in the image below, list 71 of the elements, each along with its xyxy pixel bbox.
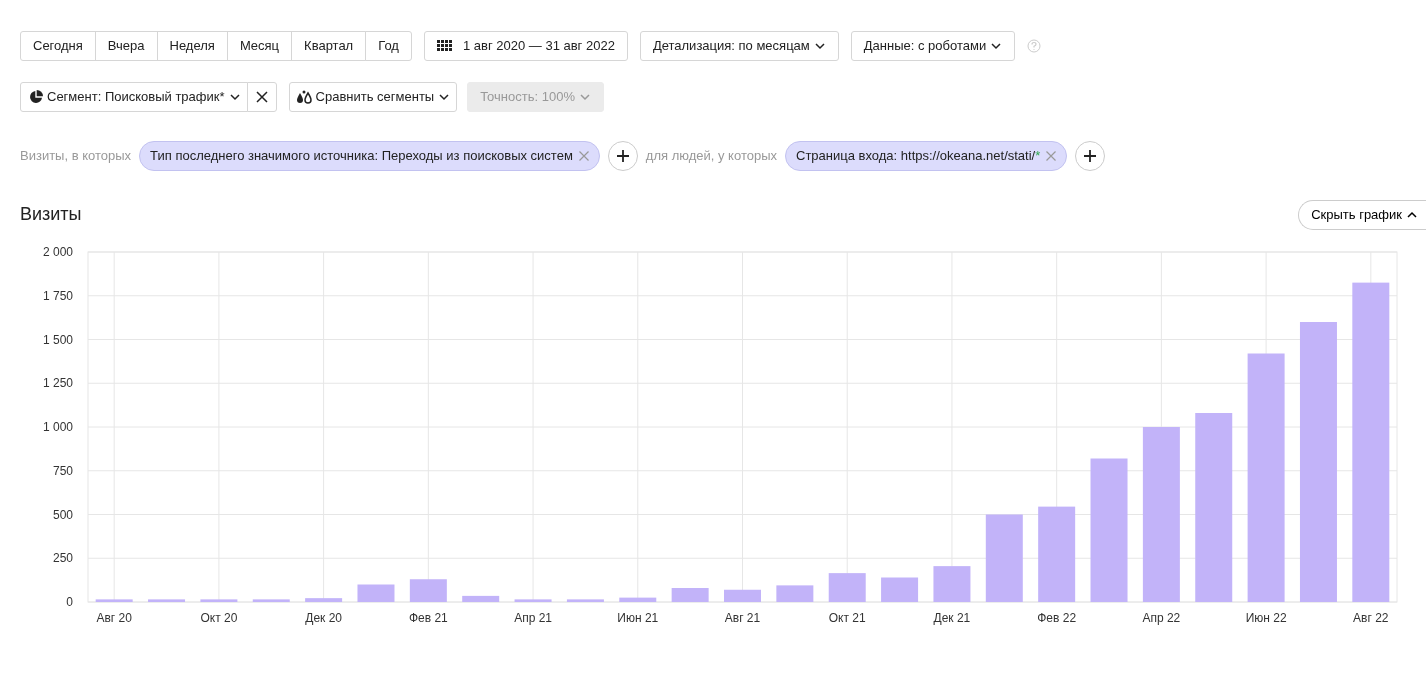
add-button[interactable]: [607, 141, 638, 171]
bar: [252, 599, 290, 602]
hide-chart-button[interactable]: Скрыть график: [1298, 200, 1426, 230]
bar: [828, 573, 866, 602]
bar: [409, 579, 447, 602]
bar: [776, 585, 814, 602]
period-tab[interactable]: Неделя: [156, 31, 228, 61]
axis-label: Фев 21: [408, 611, 448, 625]
filter-label: для людей, у которых: [645, 147, 777, 166]
bar: [357, 584, 395, 602]
axis-label: Июн 22: [1245, 611, 1287, 625]
axis-label: 750: [52, 463, 73, 478]
axis-label: 500: [52, 507, 73, 522]
axis-label: 2 000: [42, 245, 73, 259]
bar: [305, 598, 343, 602]
axis-label: Фев 22: [1037, 611, 1077, 625]
period-tab[interactable]: Вчера: [94, 31, 158, 61]
dropdown-button[interactable]: Детализация: по месяцам: [639, 31, 839, 61]
period-tab[interactable]: Месяц: [226, 31, 293, 61]
caret-icon: [438, 91, 451, 103]
period-tab[interactable]: Сегодня: [20, 31, 96, 61]
axis-label: Апр 22: [1142, 611, 1181, 625]
bar: [619, 597, 657, 602]
date-range-button[interactable]: 1 авг 2020 — 31 авг 2022: [423, 31, 628, 61]
section-title: Визиты: [20, 202, 82, 226]
bar: [95, 599, 133, 602]
filter-label: Визиты, в которых: [20, 147, 132, 166]
axis-label: 250: [52, 551, 73, 566]
compare-dropdown[interactable]: Сравнить сегменты: [288, 82, 458, 112]
close-button[interactable]: [246, 82, 277, 112]
filter-chip[interactable]: Тип последнего значимого источника: Переходы из поисковых систем: [139, 141, 600, 171]
bar: [566, 599, 604, 602]
bar: [933, 566, 971, 602]
axis-label: 1 500: [42, 332, 73, 347]
calendar-grid-icon: [436, 40, 453, 52]
pie-chart-icon: [29, 90, 43, 104]
plus-icon: [1084, 150, 1097, 162]
period-tab[interactable]: Год: [365, 31, 412, 61]
segment-dropdown[interactable]: Сегмент: Поисковый трафик*: [20, 82, 248, 112]
caret-icon: [990, 40, 1003, 52]
axis-label: Дек 20: [305, 611, 342, 625]
bar: [514, 599, 552, 602]
axis-label: 1 000: [42, 420, 73, 434]
period-tab[interactable]: Квартал: [291, 31, 367, 61]
axis-label: 1 250: [42, 376, 73, 391]
add-button[interactable]: [1075, 141, 1106, 171]
axis-label: Дек 21: [933, 611, 971, 625]
plus-icon: [616, 150, 629, 162]
axis-label: Окт 21: [828, 611, 866, 625]
bar: [200, 599, 238, 602]
axis-label: Авг 21: [724, 611, 761, 625]
filter-chip[interactable]: Страница входа: https://okeana.net/stati/*: [785, 141, 1068, 171]
axis-label: Авг 20: [96, 611, 132, 625]
axis-label: 0: [66, 595, 73, 609]
drops-icon: [295, 90, 312, 104]
caret-icon: [228, 91, 241, 103]
bar: [724, 589, 761, 602]
close-icon: [255, 91, 268, 103]
axis-label: Авг 22: [1353, 611, 1389, 625]
axis-label: Окт 20: [200, 611, 238, 625]
bar: [671, 588, 709, 602]
bar: [148, 599, 186, 602]
caret-icon: [813, 40, 826, 52]
axis-label: Июн 21: [617, 611, 659, 625]
axis-label: 1 750: [42, 288, 73, 303]
bar: [462, 595, 500, 602]
caret-icon: [578, 91, 591, 103]
accuracy-dropdown: Точность: 100%: [467, 82, 604, 112]
axis-label: Апр 21: [514, 611, 552, 625]
dropdown-button[interactable]: Данные: с роботами: [850, 31, 1016, 61]
bar: [881, 577, 919, 602]
